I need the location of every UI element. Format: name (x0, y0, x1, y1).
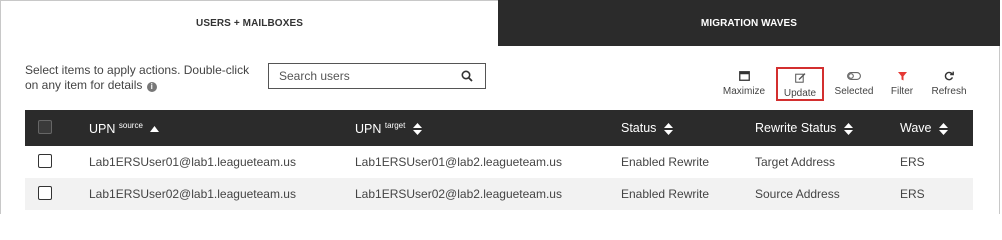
cell-wave: ERS (900, 155, 925, 169)
sort-icon (843, 122, 853, 135)
upn-target-sup: target (384, 120, 406, 130)
sort-icon (938, 122, 948, 135)
refresh-label: Refresh (931, 86, 967, 97)
selected-button[interactable]: Selected (831, 70, 877, 97)
upn-target-label: UPN (355, 121, 382, 136)
maximize-button[interactable]: Maximize (721, 70, 767, 97)
row-checkbox-cell (25, 146, 89, 178)
select-all-cell (25, 110, 89, 146)
tab-bar: USERS + MAILBOXES MIGRATION WAVES (0, 0, 1002, 46)
instructions-label: Select items to apply actions. Double-cl… (25, 63, 250, 92)
cell-wave: ERS (900, 187, 925, 201)
users-table: UPN source UPN target Status Rewrite Sta… (25, 110, 973, 210)
table-header-row: UPN source UPN target Status Rewrite Sta… (25, 110, 973, 146)
tab-users-mailboxes[interactable]: USERS + MAILBOXES (0, 0, 498, 46)
table-row[interactable]: Lab1ERSUser02@lab1.leagueteam.us Lab1ERS… (25, 178, 973, 210)
cell-upn-source: Lab1ERSUser01@lab1.leagueteam.us (89, 155, 296, 169)
row-checkbox[interactable] (38, 185, 52, 200)
search-box (268, 63, 486, 89)
table-row[interactable]: Lab1ERSUser01@lab1.leagueteam.us Lab1ERS… (25, 146, 973, 178)
maximize-icon (737, 70, 751, 82)
cell-status: Enabled Rewrite (621, 187, 710, 201)
filter-icon (895, 70, 909, 82)
row-checkbox[interactable] (38, 153, 52, 168)
search-icon[interactable] (461, 70, 473, 82)
status-label: Status (621, 121, 657, 135)
cell-upn-source: Lab1ERSUser02@lab1.leagueteam.us (89, 187, 296, 201)
select-all-checkbox[interactable] (38, 119, 52, 134)
update-button[interactable]: Update (776, 67, 824, 101)
sort-icon (663, 122, 673, 135)
search-input[interactable] (269, 68, 461, 84)
sort-asc-icon (150, 126, 160, 133)
edit-icon (793, 72, 807, 84)
tab-migration-waves[interactable]: MIGRATION WAVES (498, 0, 1000, 46)
upn-source-sup: source (118, 120, 143, 130)
sort-icon (412, 123, 422, 136)
refresh-icon (942, 70, 956, 82)
refresh-button[interactable]: Refresh (927, 70, 971, 97)
cell-upn-target: Lab1ERSUser01@lab2.leagueteam.us (355, 155, 562, 169)
row-checkbox-cell (25, 178, 89, 210)
cell-rewrite-status: Source Address (755, 187, 840, 201)
cell-status: Enabled Rewrite (621, 155, 710, 169)
filter-button[interactable]: Filter (884, 70, 920, 97)
instructions-text: Select items to apply actions. Double-cl… (25, 63, 255, 93)
cell-upn-target: Lab1ERSUser02@lab2.leagueteam.us (355, 187, 562, 201)
wave-label: Wave (900, 121, 932, 135)
info-icon[interactable]: i (146, 82, 157, 92)
column-header-status[interactable]: Status (621, 110, 755, 146)
column-header-upn-target[interactable]: UPN target (355, 110, 621, 146)
filter-label: Filter (890, 86, 914, 97)
maximize-label: Maximize (722, 86, 766, 97)
column-header-rewrite-status[interactable]: Rewrite Status (755, 110, 900, 146)
selected-label: Selected (834, 86, 874, 97)
update-label: Update (783, 88, 817, 99)
rewrite-status-label: Rewrite Status (755, 121, 837, 135)
cell-rewrite-status: Target Address (755, 155, 836, 169)
upn-source-label: UPN (89, 121, 116, 136)
column-header-upn-source[interactable]: UPN source (89, 110, 355, 146)
toggle-icon (847, 70, 861, 82)
column-header-wave[interactable]: Wave (900, 110, 973, 146)
